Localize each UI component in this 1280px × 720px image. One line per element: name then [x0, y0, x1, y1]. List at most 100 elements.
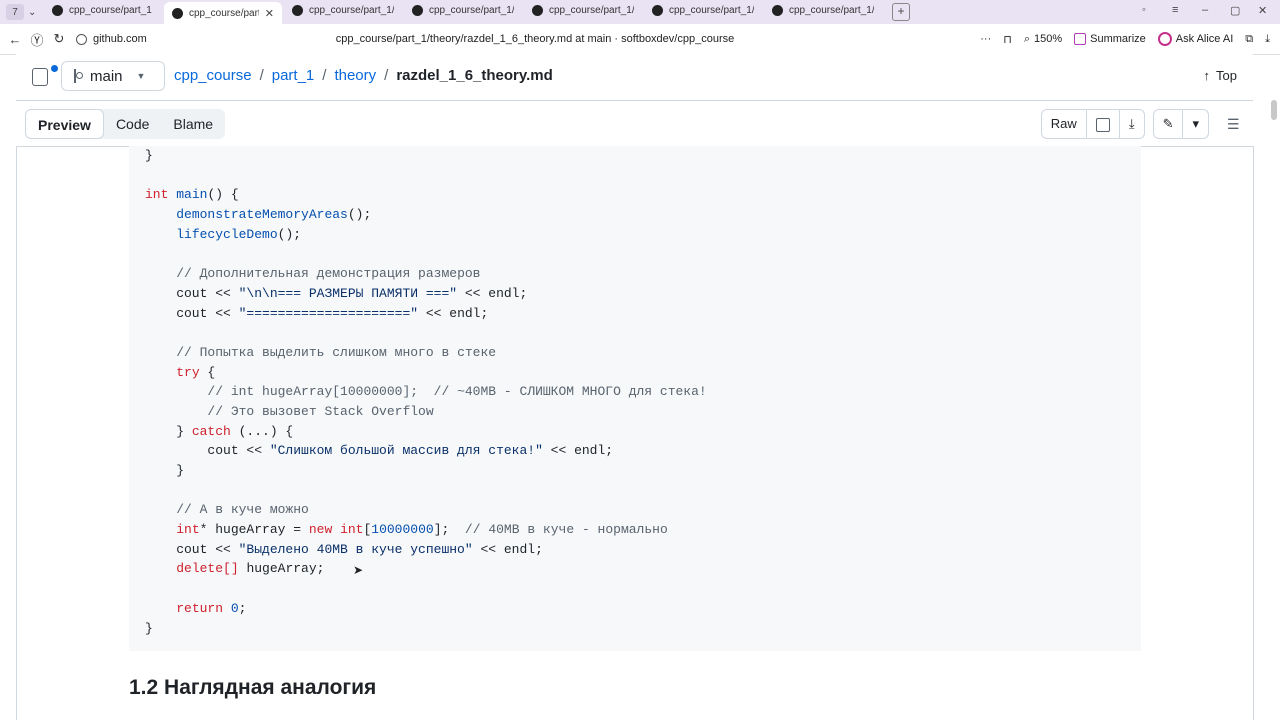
minimize-icon[interactable]: – — [1202, 4, 1208, 16]
browser-tab[interactable]: cpp_course/part_1/part_4 — [404, 0, 522, 20]
code-line: } — [145, 619, 707, 639]
code-line: int main() { — [145, 185, 707, 205]
code-token: 10000000 — [371, 522, 434, 538]
code-token: // Попытка выделить слишком много в стек… — [176, 344, 497, 360]
summarize-icon — [1074, 33, 1087, 45]
code-token: ; — [238, 600, 247, 616]
raw-button[interactable]: Raw — [1042, 110, 1087, 138]
download-button[interactable]: ⤓ — [1120, 110, 1144, 138]
code-token: * hugeArray = — [199, 522, 309, 538]
breadcrumb-separator: / — [259, 67, 264, 84]
browser-tab[interactable]: cpp_course/part_1/part_5 — [644, 0, 762, 20]
section-heading: 1.2 Наглядная аналогия — [129, 676, 377, 699]
tab-code[interactable]: Code — [104, 109, 161, 139]
code-token: "Слишком большой массив для стека!" — [269, 443, 543, 459]
copy-button[interactable] — [1087, 110, 1120, 138]
code-token: // 40MB в куче - нормально — [464, 522, 668, 538]
breadcrumb-part[interactable]: part_1 — [272, 67, 315, 84]
edit-menu-button[interactable]: ▾ — [1183, 110, 1208, 138]
zoom-label: 150% — [1034, 33, 1063, 45]
page-scrollbar[interactable] — [1271, 100, 1277, 120]
code-line: int* hugeArray = new int[10000000]; // 4… — [145, 520, 707, 540]
branch-label: main — [90, 67, 123, 85]
alice-button[interactable]: Ask Alice AI — [1157, 32, 1234, 46]
breadcrumb-repo[interactable]: cpp_course — [174, 67, 252, 84]
view-mode-tabs: Preview Code Blame — [25, 109, 226, 139]
breadcrumb: cpp_course / part_1 / theory / razdel_1_6_t… — [174, 67, 553, 84]
breadcrumb-separator: / — [322, 67, 327, 84]
tab-label: cpp_course/part_1/part_5 — [309, 4, 394, 16]
code-line: delete[] hugeArray; — [145, 559, 707, 579]
browser-tab[interactable]: cpp_course/part_1/array_t — [764, 0, 882, 20]
code-token: cout << — [145, 443, 270, 459]
code-token: try — [176, 364, 200, 380]
code-line: try { — [145, 363, 707, 383]
github-icon — [412, 4, 423, 16]
new-tab-button[interactable]: + — [892, 3, 910, 21]
content-border-right — [1253, 146, 1254, 720]
code-line: } — [145, 146, 707, 166]
tab-blame[interactable]: Blame — [161, 109, 225, 139]
code-line: demonstrateMemoryAreas(); — [145, 205, 707, 225]
bookmark-icon[interactable]: ⊓ — [1003, 33, 1012, 46]
breadcrumb-separator: / — [384, 67, 389, 84]
branch-select-button[interactable]: main ▼ — [61, 61, 165, 91]
tab-label: cpp_course/part_1/part_5 — [669, 4, 754, 16]
code-token: demonstrateMemoryAreas — [176, 207, 348, 223]
code-token: int — [145, 187, 169, 203]
summarize-button[interactable]: Summarize — [1074, 33, 1146, 45]
alice-label: Ask Alice AI — [1175, 33, 1234, 45]
zoom-button[interactable]: ⌕ 150% — [1024, 33, 1062, 46]
account-icon[interactable]: ◦ — [1142, 4, 1146, 16]
tab-label: cpp_course/part_1 at main — [69, 4, 154, 16]
chevron-down-icon: ▾ — [1192, 116, 1199, 131]
code-token: << endl; — [418, 305, 489, 321]
close-tab-icon[interactable]: ✕ — [265, 7, 274, 20]
alice-icon — [1157, 32, 1172, 46]
maximize-icon[interactable]: ▢ — [1230, 4, 1240, 17]
browser-tab[interactable]: cpp_course/part_1/syntax — [524, 0, 642, 20]
sidebar-toggle-icon[interactable] — [32, 65, 58, 86]
code-token: 0 — [230, 600, 239, 616]
code-token: // int hugeArray[10000000]; // ~40MB - С… — [207, 384, 707, 400]
downloads-icon[interactable]: ⤓ — [1265, 33, 1270, 46]
code-line: return 0; — [145, 599, 707, 619]
code-token: (...) { — [230, 423, 294, 439]
collections-icon[interactable]: ⧉ — [1245, 33, 1253, 46]
code-token: int — [340, 522, 364, 538]
pencil-icon: ✎ — [1162, 116, 1174, 131]
outline-icon[interactable]: ☰ — [1227, 116, 1243, 133]
tab-count-badge[interactable]: 7 — [6, 4, 24, 20]
github-icon — [532, 4, 543, 16]
code-line: // Дополнительная демонстрация размеров — [145, 264, 707, 284]
close-window-icon[interactable]: ✕ — [1258, 4, 1267, 17]
more-icon[interactable]: ··· — [980, 33, 991, 45]
top-button[interactable]: ↑ Top — [1204, 68, 1237, 83]
edit-button[interactable]: ✎ — [1154, 110, 1184, 138]
tab-label: cpp_course/part_1/part_4 — [429, 4, 514, 16]
tab-label: cpp_course/part_1/syntax — [549, 4, 634, 16]
tab-preview[interactable]: Preview — [25, 109, 104, 139]
browser-tab[interactable]: cpp_course/part_1 at main — [44, 0, 162, 20]
code-token: ]; — [433, 522, 465, 538]
menu-icon[interactable]: ≡ — [1172, 4, 1178, 16]
code-line: // А в куче можно — [145, 500, 707, 520]
summarize-label: Summarize — [1090, 33, 1146, 45]
breadcrumb-folder[interactable]: theory — [334, 67, 376, 84]
code-token: main — [176, 187, 208, 203]
browser-tab[interactable]: cpp_course/part_1/theory ✕ — [164, 2, 282, 24]
browser-tab[interactable]: cpp_course/part_1/part_5 — [284, 0, 402, 20]
page-title[interactable]: cpp_course/part_1/theory/razdel_1_6_theo… — [0, 33, 1070, 45]
tab-list-chevron-icon[interactable]: ⌄ — [28, 7, 42, 18]
edit-actions-group: ✎ ▾ — [1152, 109, 1209, 139]
